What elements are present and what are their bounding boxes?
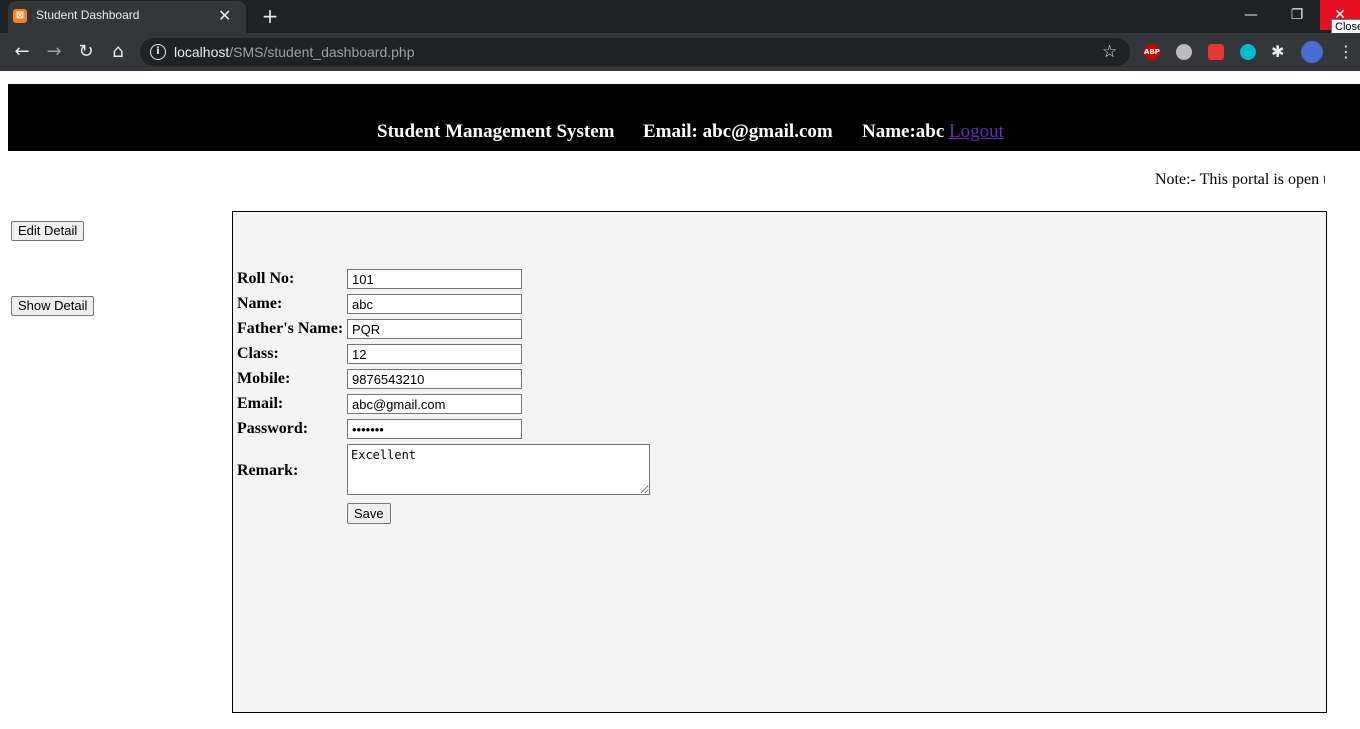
new-tab-plus-icon[interactable]: + [258, 5, 282, 29]
extension-block-icon[interactable] [1176, 44, 1192, 60]
extension-video-icon[interactable] [1208, 44, 1224, 60]
profile-avatar[interactable] [1301, 41, 1323, 63]
name-label: Name: [237, 295, 283, 312]
header-email: Email: abc@gmail.com [643, 121, 833, 142]
tab-close-icon[interactable]: ✕ [218, 6, 231, 25]
edit-detail-button[interactable]: Edit Detail [11, 221, 85, 241]
header-name: Name:abc [862, 121, 945, 142]
reload-icon[interactable]: ↻ [74, 40, 98, 64]
forward-arrow-icon[interactable]: → [42, 40, 66, 64]
fathers-name-label: Father's Name: [237, 320, 344, 337]
mobile-field[interactable] [347, 369, 522, 389]
class-label: Class: [237, 345, 279, 362]
window-restore-icon[interactable]: ❐ [1274, 0, 1320, 30]
remark-textarea[interactable]: Excellent [347, 444, 650, 495]
password-field[interactable] [347, 419, 522, 439]
window-minimize-icon[interactable]: — [1228, 0, 1274, 30]
class-field[interactable] [347, 344, 522, 364]
adblock-plus-icon[interactable]: ABP [1144, 44, 1160, 60]
url-host: localhost [174, 44, 230, 60]
home-icon[interactable]: ⌂ [106, 40, 130, 64]
save-button[interactable]: Save [347, 503, 391, 524]
back-arrow-icon[interactable]: ← [10, 40, 34, 64]
remark-label: Remark: [237, 462, 299, 479]
roll-no-label: Roll No: [237, 270, 295, 287]
email-field[interactable] [347, 394, 522, 414]
url-text[interactable]: localhost/SMS/student_dashboard.php [174, 44, 415, 60]
browser-menu-icon[interactable]: ⋮ [1338, 42, 1354, 61]
tab-title: Student Dashboard [36, 8, 140, 22]
email-label: Email: [237, 395, 284, 412]
url-path: /SMS/student_dashboard.php [229, 44, 415, 60]
note-marquee: Note:- This portal is open t [1155, 171, 1325, 188]
xampp-favicon-icon: ⊠ [13, 9, 27, 23]
fathers-name-field[interactable] [347, 319, 522, 339]
site-info-icon[interactable]: i [150, 44, 166, 60]
mobile-label: Mobile: [237, 370, 291, 387]
bookmark-star-icon[interactable]: ☆ [1102, 42, 1117, 62]
logout-link[interactable]: Logout [949, 121, 1004, 143]
password-label: Password: [237, 420, 309, 437]
name-field[interactable] [347, 294, 522, 314]
show-detail-button[interactable]: Show Detail [11, 296, 95, 316]
extension-circle-icon[interactable] [1240, 44, 1256, 60]
extensions-puzzle-icon[interactable]: ✱ [1271, 42, 1284, 61]
site-title: Student Management System [377, 121, 615, 142]
roll-no-field[interactable] [347, 269, 522, 289]
